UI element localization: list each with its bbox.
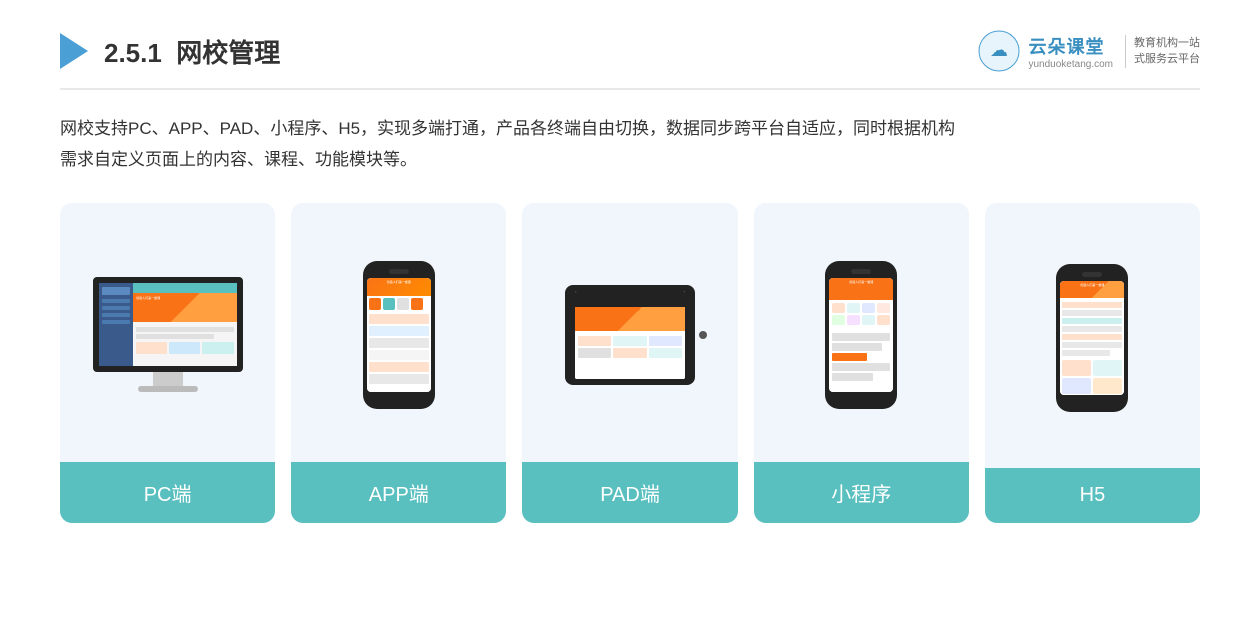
card-pad-image [522, 203, 737, 462]
monitor-screen: 创造人们第一堂课 [93, 277, 243, 372]
pc-screen-content: 创造人们第一堂课 [99, 283, 237, 366]
h5-phone-notch [1082, 272, 1102, 277]
card-pad: PAD端 [522, 203, 737, 523]
miniapp-phone-screen: 创造人们第一堂课 [829, 278, 893, 392]
app-icons-row [367, 296, 431, 312]
tablet-device [565, 285, 695, 385]
card-h5-image: 创造人们第一堂课 [985, 203, 1200, 468]
svg-text:☁: ☁ [990, 40, 1008, 60]
h5-screen-content: 创造人们第一堂课 [1060, 281, 1124, 395]
mini-top-bar: 创造人们第一堂课 [829, 278, 893, 301]
pc-screen-main: 创造人们第一堂课 [133, 283, 237, 366]
h5-phone-screen: 创造人们第一堂课 [1060, 281, 1124, 395]
tablet-screen-content [575, 291, 685, 379]
monitor-device: 创造人们第一堂课 [93, 277, 243, 392]
header-left: 2.5.1 网校管理 [60, 33, 280, 70]
app-top-bar: 创造人们第一堂课 [367, 278, 431, 296]
card-pc-label: PC端 [60, 462, 275, 523]
card-miniapp: 创造人们第一堂课 [754, 203, 969, 523]
brand-logo: ☁ 云朵课堂 yunduoketang.com 教育机构一站 式服务云平台 [978, 30, 1200, 72]
page-description: 网校支持PC、APP、PAD、小程序、H5，实现多端打通，产品各终端自由切换，数… [60, 114, 1200, 175]
card-app: 创造人们第一堂课 [291, 203, 506, 523]
logo-triangle-icon [60, 33, 88, 69]
h5-card-row [1062, 360, 1122, 376]
page-header: 2.5.1 网校管理 ☁ 云朵课堂 yunduoketang.com 教育机构一… [60, 30, 1200, 90]
pc-screen-sidebar [99, 283, 134, 366]
card-h5-label: H5 [985, 468, 1200, 523]
h5-card-row2 [1062, 378, 1122, 394]
card-miniapp-image: 创造人们第一堂课 [754, 203, 969, 462]
cards-container: 创造人们第一堂课 [60, 203, 1200, 523]
page-container: 2.5.1 网校管理 ☁ 云朵课堂 yunduoketang.com 教育机构一… [0, 0, 1260, 630]
brand-slogan: 教育机构一站 式服务云平台 [1125, 35, 1200, 68]
h5-top-bar: 创造人们第一堂课 [1060, 281, 1124, 298]
monitor-stand [138, 386, 198, 392]
phone-notch [389, 269, 409, 274]
mini-course-list [829, 328, 893, 386]
tablet-wrapper [565, 285, 695, 385]
miniapp-phone-device: 创造人们第一堂课 [825, 261, 897, 409]
mini-screen-content: 创造人们第一堂课 [829, 278, 893, 392]
card-h5: 创造人们第一堂课 [985, 203, 1200, 523]
h5-phone-device: 创造人们第一堂课 [1056, 264, 1128, 412]
card-pad-label: PAD端 [522, 462, 737, 523]
app-screen-content: 创造人们第一堂课 [367, 278, 431, 392]
brand-text: 云朵课堂 yunduoketang.com [1028, 33, 1113, 70]
app-phone-device: 创造人们第一堂课 [363, 261, 435, 409]
h5-content-rows [1060, 298, 1124, 395]
brand-cloud-icon: ☁ [978, 30, 1020, 72]
app-cards [367, 314, 431, 384]
page-title: 2.5.1 网校管理 [104, 33, 280, 70]
miniapp-phone-notch [851, 269, 871, 274]
card-app-image: 创造人们第一堂课 [291, 203, 506, 462]
card-pc: 创造人们第一堂课 [60, 203, 275, 523]
card-app-label: APP端 [291, 462, 506, 523]
mini-icons-grid [829, 300, 893, 328]
tablet-home-button [699, 331, 707, 339]
app-phone-screen: 创造人们第一堂课 [367, 278, 431, 392]
card-pc-image: 创造人们第一堂课 [60, 203, 275, 462]
monitor-neck [153, 372, 183, 386]
tablet-screen [575, 291, 685, 379]
card-miniapp-label: 小程序 [754, 462, 969, 523]
